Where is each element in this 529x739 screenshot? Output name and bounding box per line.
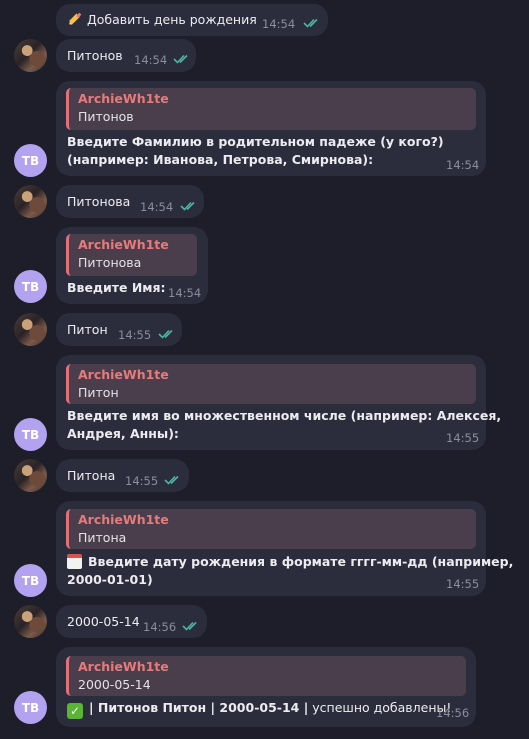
check-mark-icon: ✓ bbox=[67, 703, 83, 719]
message-text: Введите Имя: bbox=[67, 280, 166, 295]
quote-author: ArchieWh1te bbox=[78, 512, 169, 527]
message-time: 14:54 bbox=[134, 53, 168, 67]
bot-avatar[interactable]: ТВ bbox=[14, 691, 47, 724]
incoming-message[interactable]: ArchieWh1te Питонов Введите Фамилию в ро… bbox=[56, 81, 486, 176]
outgoing-message[interactable]: Питонов 14:54 bbox=[56, 39, 196, 72]
message-text: (например: Иванова, Петрова, Смирнова): bbox=[67, 152, 374, 167]
outgoing-message[interactable]: Питона 14:55 bbox=[56, 459, 189, 492]
quote-text: Питонов bbox=[78, 109, 134, 124]
reply-quote[interactable]: ArchieWh1te Питонов bbox=[66, 88, 476, 130]
incoming-message[interactable]: ArchieWh1te 2000-05-14 ✓ | Питонов Питон … bbox=[56, 647, 476, 727]
message-time: 14:54 bbox=[446, 158, 480, 172]
reply-quote[interactable]: ArchieWh1te Питона bbox=[66, 509, 476, 549]
outgoing-message[interactable]: Добавить день рождения 14:54 bbox=[56, 4, 328, 36]
double-check-icon bbox=[182, 621, 197, 631]
message-text: 2000-01-01) bbox=[67, 572, 153, 587]
double-check-icon bbox=[303, 18, 318, 28]
message-time: 14:55 bbox=[446, 577, 480, 591]
user-avatar[interactable] bbox=[14, 459, 47, 492]
message-text: Введите Фамилию в родительном падеже (у … bbox=[67, 134, 444, 149]
double-check-icon bbox=[164, 475, 179, 485]
message-text: Питонов bbox=[67, 48, 123, 63]
message-text: Добавить день рождения bbox=[67, 12, 257, 27]
message-text: Питона bbox=[67, 468, 116, 483]
incoming-message[interactable]: ArchieWh1te Питонова Введите Имя: 14:54 bbox=[56, 227, 208, 304]
reply-quote[interactable]: ArchieWh1te Питонова bbox=[66, 234, 197, 276]
message-time: 14:54 bbox=[168, 286, 202, 300]
quote-author: ArchieWh1te bbox=[78, 91, 169, 106]
double-check-icon bbox=[173, 54, 188, 64]
incoming-message[interactable]: ArchieWh1te Питона Введите дату рождения… bbox=[56, 501, 513, 596]
quote-text: 2000-05-14 bbox=[78, 677, 151, 692]
user-avatar[interactable] bbox=[14, 39, 47, 72]
outgoing-message[interactable]: 2000-05-14 14:56 bbox=[56, 605, 207, 638]
quote-text: Питон bbox=[78, 385, 119, 400]
quote-author: ArchieWh1te bbox=[78, 237, 169, 252]
message-text: Введите дату рождения в формате гггг-мм-… bbox=[67, 554, 513, 569]
incoming-message[interactable]: ArchieWh1te Питон Введите имя во множест… bbox=[56, 355, 501, 450]
message-time: 14:56 bbox=[143, 620, 177, 634]
reply-quote[interactable]: ArchieWh1te 2000-05-14 bbox=[66, 656, 466, 696]
bot-avatar[interactable]: ТВ bbox=[14, 418, 47, 451]
double-check-icon bbox=[180, 201, 195, 211]
user-avatar[interactable] bbox=[14, 185, 47, 218]
message-text: Питон bbox=[67, 322, 108, 337]
message-time: 14:55 bbox=[125, 474, 159, 488]
quote-author: ArchieWh1te bbox=[78, 367, 169, 382]
bot-avatar[interactable]: ТВ bbox=[14, 564, 47, 597]
outgoing-message[interactable]: Питон 14:55 bbox=[56, 313, 182, 346]
quote-text: Питона bbox=[78, 530, 127, 545]
pencil-icon bbox=[68, 12, 82, 26]
message-time: 14:55 bbox=[446, 431, 480, 445]
message-text: Введите имя во множественном числе (напр… bbox=[67, 408, 502, 423]
user-avatar[interactable] bbox=[14, 605, 47, 638]
message-time: 14:55 bbox=[118, 328, 152, 342]
quote-author: ArchieWh1te bbox=[78, 659, 169, 674]
quote-text: Питонова bbox=[78, 255, 142, 270]
message-time: 14:54 bbox=[140, 200, 174, 214]
reply-quote[interactable]: ArchieWh1te Питон bbox=[66, 364, 476, 404]
message-time: 14:54 bbox=[262, 17, 296, 31]
outgoing-message[interactable]: Питонова 14:54 bbox=[56, 185, 204, 218]
message-text: Питонова bbox=[67, 194, 131, 209]
bot-avatar[interactable]: ТВ bbox=[14, 144, 47, 177]
message-text: 2000-05-14 bbox=[67, 614, 140, 629]
double-check-icon bbox=[158, 329, 173, 339]
bot-avatar[interactable]: ТВ bbox=[14, 270, 47, 303]
message-text: ✓ | Питонов Питон | 2000-05-14 | успешно … bbox=[67, 700, 451, 719]
user-avatar[interactable] bbox=[14, 313, 47, 346]
message-text: Андрея, Анны): bbox=[67, 426, 179, 441]
calendar-icon bbox=[67, 554, 82, 569]
message-time: 14:56 bbox=[436, 706, 470, 720]
